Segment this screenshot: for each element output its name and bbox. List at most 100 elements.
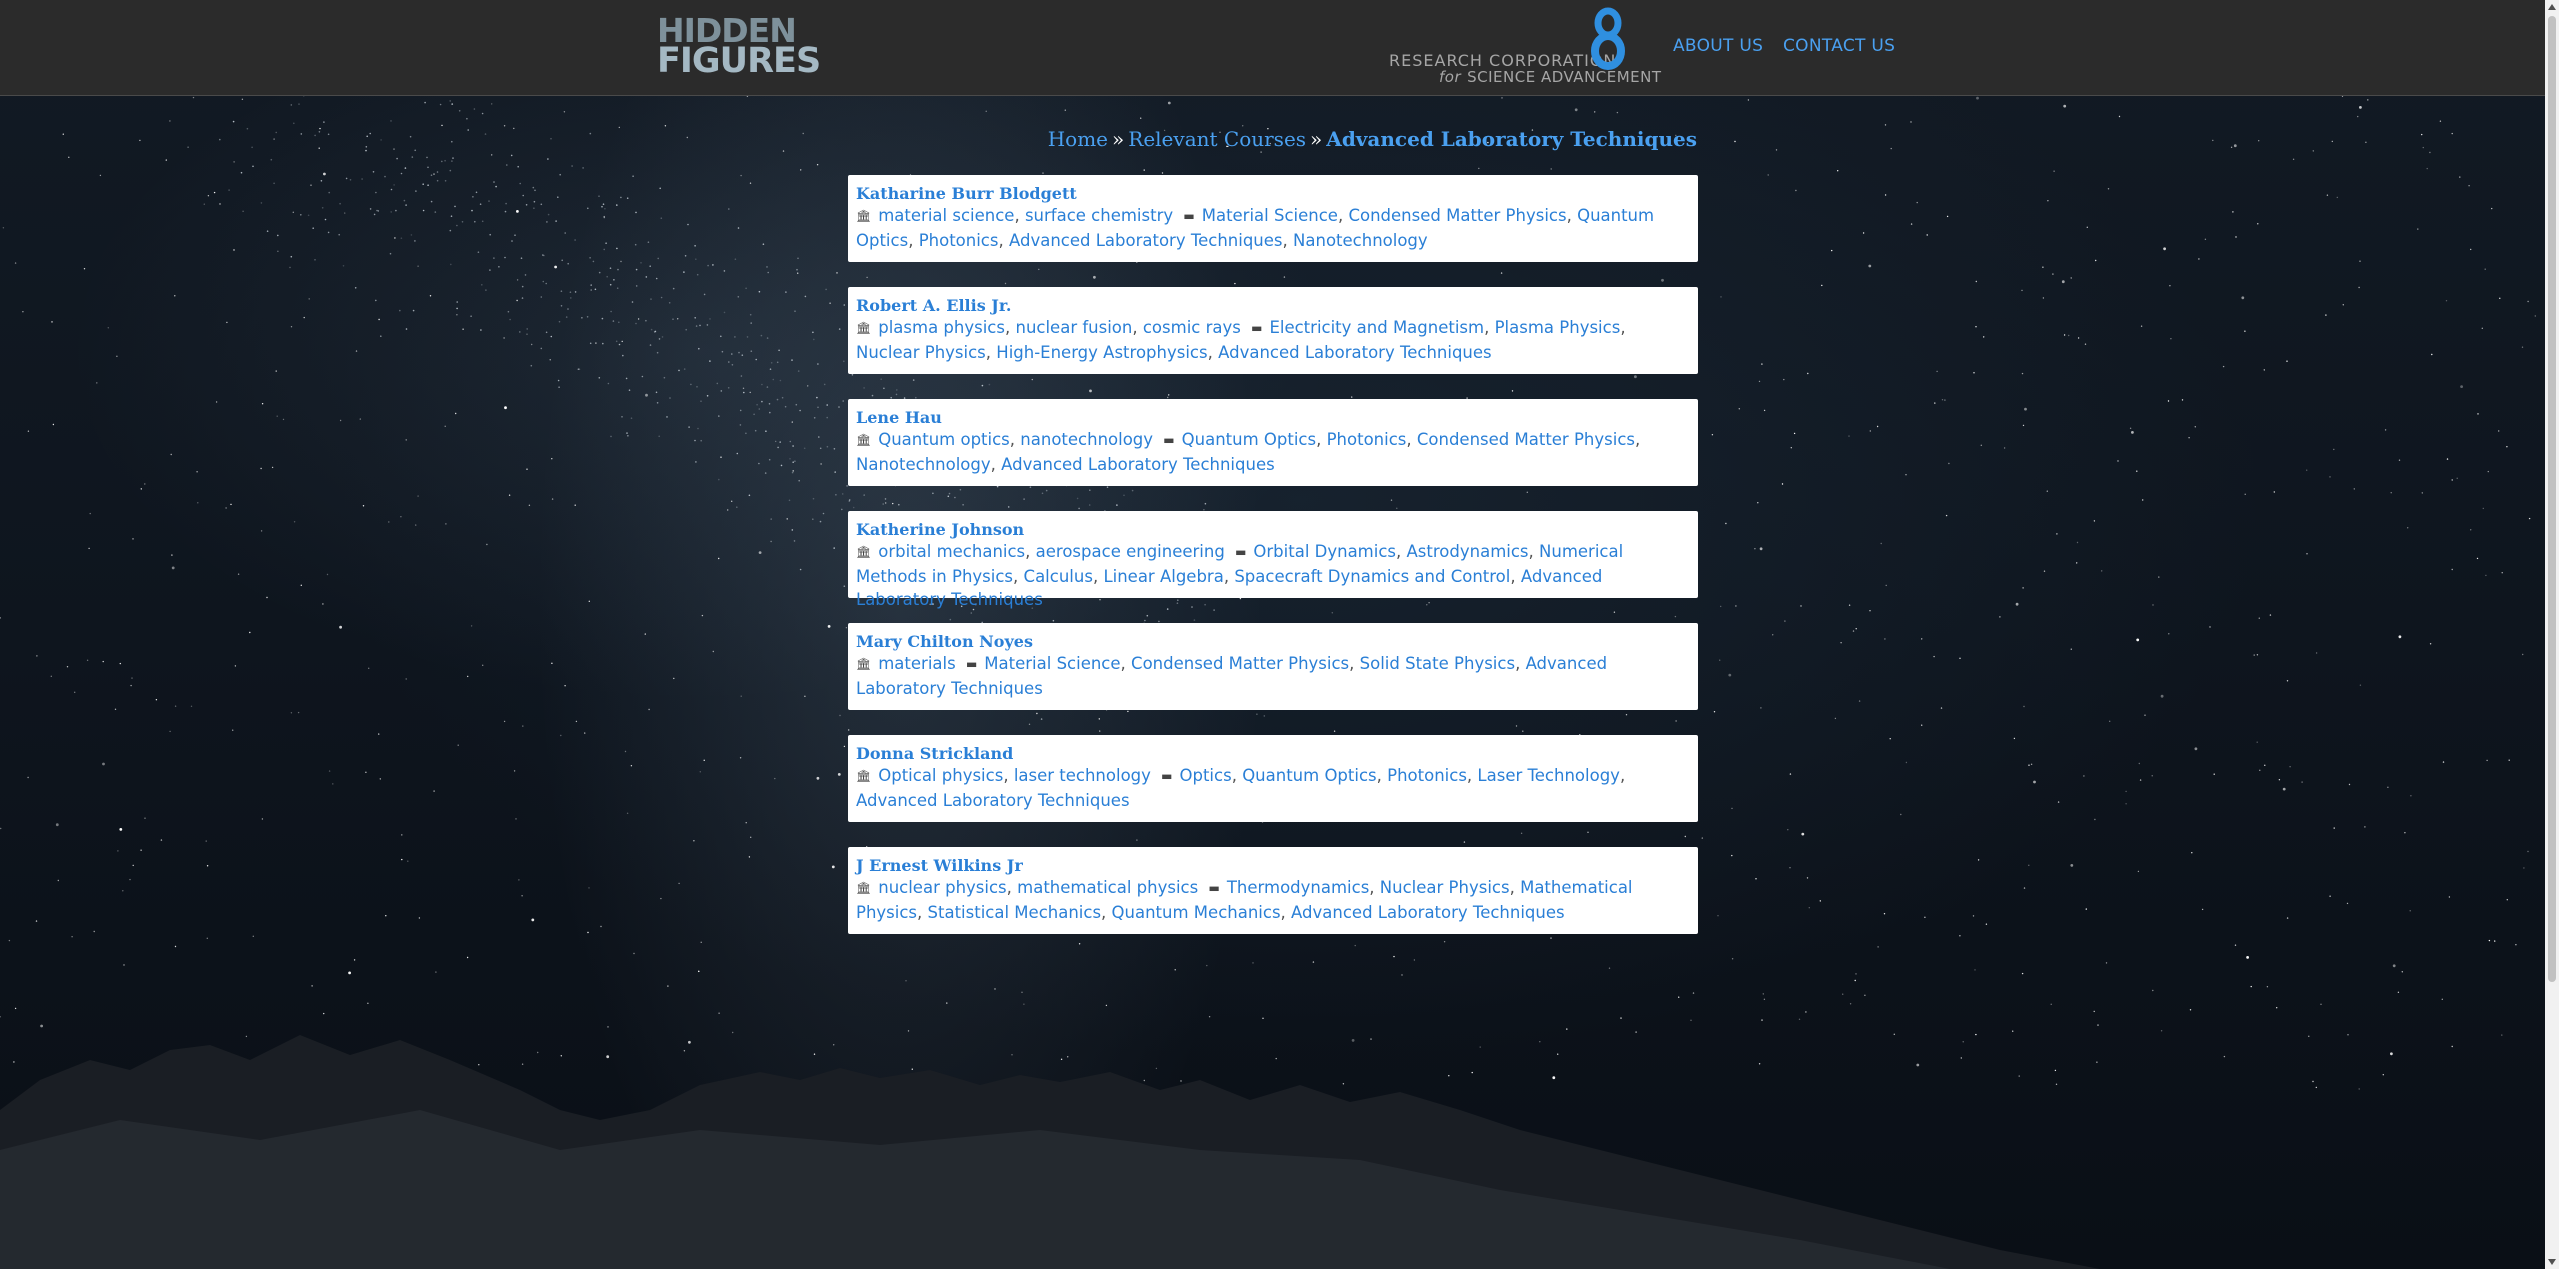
course-link[interactable]: Orbital Dynamics [1253,542,1396,561]
breadcrumb-home[interactable]: Home [1048,127,1108,151]
separator: , [990,454,1002,474]
course-link[interactable]: High-Energy Astrophysics [996,343,1207,362]
field-link[interactable]: nuclear fusion [1015,318,1132,337]
course-link[interactable]: Quantum Mechanics [1112,903,1281,922]
page-scrollbar[interactable] [2545,0,2559,1269]
separator: , [1634,430,1641,449]
person-tags: 🏛 material science, surface chemistry ▬ Ma… [856,204,1690,252]
course-link[interactable]: Photonics [1327,430,1407,449]
institution-icon: 🏛 [856,881,872,895]
person-name-link[interactable]: Katharine Burr Blodgett [856,184,1690,204]
separator: , [1369,878,1380,897]
field-link[interactable]: Optical physics [878,766,1003,785]
course-link[interactable]: Condensed Matter Physics [1417,430,1635,449]
separator: , [1466,766,1478,785]
person-tags: 🏛 materials ▬ Material Science, Condensed … [856,652,1690,700]
separator: , [1484,318,1495,337]
field-link[interactable]: materials [878,654,955,673]
course-link[interactable]: Photonics [1387,766,1467,785]
course-link[interactable]: Plasma Physics [1495,318,1621,337]
course-link[interactable]: Advanced Laboratory Techniques [1291,903,1565,922]
field-link[interactable]: orbital mechanics [878,542,1025,561]
course-link[interactable]: Photonics [919,231,999,250]
person-card: Katharine Burr Blodgett 🏛 material science… [848,175,1698,262]
course-link[interactable]: Calculus [1024,567,1093,586]
field-link[interactable]: surface chemistry [1025,206,1173,225]
course-link[interactable]: Advanced Laboratory Techniques [856,791,1130,810]
person-name-link[interactable]: Katherine Johnson [856,520,1690,540]
person-tags: 🏛 Optical physics, laser technology ▬ Opti… [856,764,1690,812]
course-link[interactable]: Condensed Matter Physics [1348,206,1566,225]
field-link[interactable]: plasma physics [878,318,1005,337]
separator: , [1003,766,1014,785]
course-link[interactable]: Nuclear Physics [856,343,986,362]
separator: , [1376,766,1388,785]
person-card: Robert A. Ellis Jr. 🏛 plasma physics, nucl… [848,287,1698,374]
hidden-figures-logo[interactable]: HIDDEN FIGURES [657,14,821,81]
rcsa-logo[interactable]: RESEARCH CORPORATION for SCIENCE ADVANCEM… [1389,6,1661,86]
logo-line2: FIGURES [657,41,821,81]
course-link[interactable]: Statistical Mechanics [928,903,1102,922]
course-link[interactable]: Advanced Laboratory Techniques [1001,455,1275,474]
field-link[interactable]: Quantum optics [878,430,1010,449]
separator: , [1406,430,1417,449]
rcsa-logo-rest: SCIENCE ADVANCEMENT [1467,68,1662,86]
rcsa-eight-icon [1591,7,1625,70]
nav-contact-us[interactable]: CONTACT US [1783,36,1895,56]
course-link[interactable]: Advanced Laboratory Techniques [1009,231,1283,250]
institution-icon: 🏛 [856,769,872,783]
field-link[interactable]: aerospace engineering [1036,542,1225,561]
separator: , [985,342,997,362]
breadcrumb: Home» Relevant Courses» Advanced Laborator… [1048,127,1697,151]
course-link[interactable]: Material Science [984,654,1120,673]
field-link[interactable]: material science [878,206,1014,225]
field-link[interactable]: mathematical physics [1017,878,1198,897]
course-link[interactable]: Laser Technology [1477,766,1620,785]
course-link[interactable]: Astrodynamics [1407,542,1529,561]
course-link[interactable]: Nanotechnology [1293,231,1428,250]
field-link[interactable]: nanotechnology [1020,430,1153,449]
person-name-link[interactable]: J Ernest Wilkins Jr [856,856,1690,876]
separator: , [1013,566,1024,586]
course-link[interactable]: Quantum Optics [1182,430,1316,449]
person-name-link[interactable]: Robert A. Ellis Jr. [856,296,1690,316]
institution-icon: 🏛 [856,657,872,671]
institution-icon: 🏛 [856,209,872,223]
course-link[interactable]: Nuclear Physics [1380,878,1510,897]
nav-about-us[interactable]: ABOUT US [1673,36,1763,56]
person-name-link[interactable]: Lene Hau [856,408,1690,428]
course-link[interactable]: Electricity and Magnetism [1269,318,1484,337]
course-link[interactable]: Nanotechnology [856,455,991,474]
course-link[interactable]: Optics [1180,766,1232,785]
course-link[interactable]: Condensed Matter Physics [1131,654,1349,673]
separator: , [1337,206,1349,225]
book-icon: ▬ [1183,209,1195,223]
separator: , [1132,318,1143,337]
breadcrumb-separator: » [1112,127,1125,151]
field-link[interactable]: laser technology [1014,766,1151,785]
course-link[interactable]: Solid State Physics [1360,654,1515,673]
scrollbar-thumb[interactable] [2548,16,2556,982]
site-header: HIDDEN FIGURES RESEARCH CORPORATION for S… [0,0,2545,96]
book-icon: ▬ [965,657,978,671]
course-link[interactable]: Quantum Optics [1242,766,1376,785]
course-link[interactable]: Thermodynamics [1227,878,1369,897]
breadcrumb-relevant-courses[interactable]: Relevant Courses [1128,127,1306,151]
scroll-down-icon[interactable] [2548,1259,2556,1265]
field-link[interactable]: cosmic rays [1143,318,1241,337]
separator: , [1282,230,1294,250]
person-name-link[interactable]: Mary Chilton Noyes [856,632,1690,652]
person-name-link[interactable]: Donna Strickland [856,744,1690,764]
course-link[interactable]: Linear Algebra [1103,567,1223,586]
field-link[interactable]: nuclear physics [878,878,1006,897]
separator: , [998,230,1009,250]
course-link[interactable]: Spacecraft Dynamics and Control [1234,567,1510,586]
separator: , [917,902,928,922]
separator: , [1009,430,1021,449]
separator: , [1619,766,1626,785]
person-card: J Ernest Wilkins Jr 🏛 nuclear physics, mat… [848,847,1698,934]
course-link[interactable]: Advanced Laboratory Techniques [1218,343,1492,362]
course-link[interactable]: Material Science [1202,206,1338,225]
scroll-up-icon[interactable] [2548,4,2556,10]
person-card: Mary Chilton Noyes 🏛 materials ▬ Material S… [848,623,1698,710]
